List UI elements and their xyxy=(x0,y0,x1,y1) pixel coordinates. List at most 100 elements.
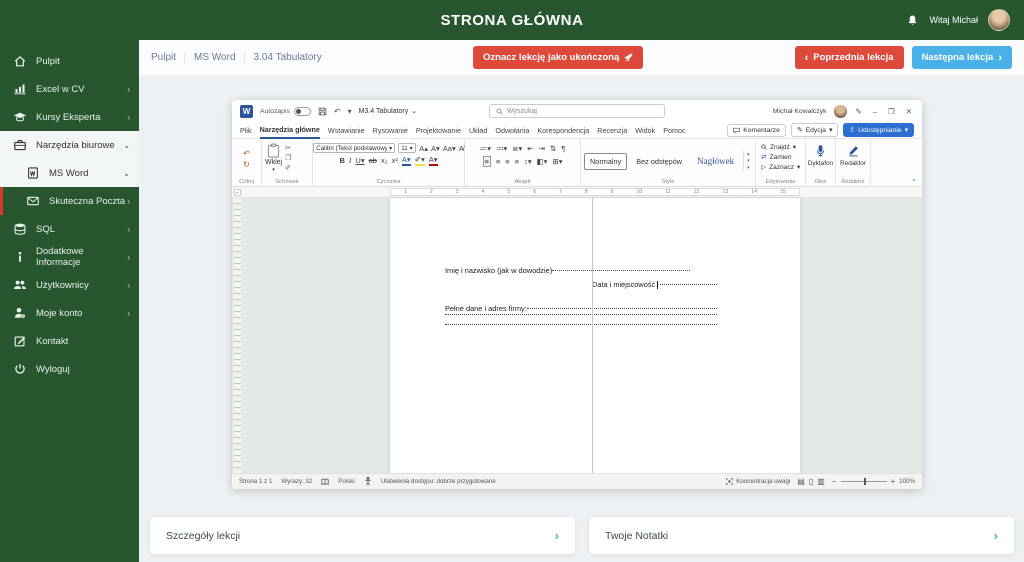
borders-icon[interactable]: ⊞▾ xyxy=(552,157,562,166)
restore-icon[interactable]: ❐ xyxy=(886,107,897,116)
doc-line-1[interactable]: Imię i nazwisko (jak w dowodzie) xyxy=(445,266,552,275)
sidebar-item-moje-konto[interactable]: Moje konto › xyxy=(0,299,139,327)
minimize-icon[interactable]: – xyxy=(871,107,879,116)
highlight-icon[interactable]: ✐▾ xyxy=(414,156,425,166)
previous-lesson-button[interactable]: ‹ Poprzednia lekcja xyxy=(794,46,904,69)
ribbon-tab[interactable]: Korespondencja xyxy=(537,123,589,138)
sidebar-item-skuteczna-poczta[interactable]: Skuteczna Poczta › xyxy=(0,187,139,215)
align-center-button[interactable]: ≡ xyxy=(496,157,500,166)
shrink-font-icon[interactable]: A▾ xyxy=(431,144,440,153)
doc-line-2[interactable]: Data i miejscowość xyxy=(592,280,655,289)
undo-icon[interactable]: ↶ xyxy=(243,149,250,159)
zoom-slider[interactable] xyxy=(840,478,887,485)
dictate-button[interactable]: Dyktafon xyxy=(808,142,833,167)
text-effects-icon[interactable]: A▾ xyxy=(401,156,411,166)
breadcrumb-item[interactable]: MS Word xyxy=(184,52,236,63)
strikethrough-button[interactable]: ab xyxy=(369,156,377,165)
bullet-list-icon[interactable]: ≔▾ xyxy=(480,144,491,153)
collapse-ribbon-icon[interactable]: ⌄ xyxy=(911,175,917,183)
ribbon-tab[interactable]: Wstawianie xyxy=(328,123,365,138)
document-name[interactable]: M3.4 Tabulatory ⌄ xyxy=(359,107,418,116)
justify-button[interactable]: ≡ xyxy=(515,157,519,166)
change-case-icon[interactable]: Aa▾ xyxy=(443,144,456,153)
sidebar-item-kontakt[interactable]: Kontakt xyxy=(0,327,139,355)
clear-formatting-icon[interactable]: A̸ xyxy=(459,144,464,153)
ribbon-tab[interactable]: Odwołania xyxy=(495,123,529,138)
multilevel-list-icon[interactable]: ≣▾ xyxy=(512,144,522,153)
copy-icon[interactable]: ❐ xyxy=(285,154,291,162)
avatar[interactable] xyxy=(988,9,1010,31)
save-icon[interactable] xyxy=(318,107,327,116)
subscript-button[interactable]: x₂ xyxy=(381,156,388,165)
ribbon-tab[interactable]: Rysowanie xyxy=(373,123,408,138)
style-no-spacing[interactable]: Bez odstępów xyxy=(630,153,688,170)
style-normal[interactable]: Normalny xyxy=(584,152,628,170)
proofing-icon[interactable] xyxy=(321,478,329,486)
sidebar-item-pulpit[interactable]: Pulpit xyxy=(0,47,139,75)
editing-mode-button[interactable]: ✎ Edycja ▾ xyxy=(790,123,839,137)
comments-button[interactable]: Komentarze xyxy=(727,123,786,137)
increase-indent-icon[interactable]: ⇥ xyxy=(539,144,545,153)
ribbon-tab[interactable]: Układ xyxy=(469,123,487,138)
close-icon[interactable]: ✕ xyxy=(904,107,914,116)
font-name-select[interactable]: Calibri (Tekst podstawowy) ▾ xyxy=(313,143,396,153)
mark-lesson-complete-button[interactable]: Oznacz lekcję jako ukończoną xyxy=(473,46,644,69)
zoom-out-button[interactable]: − xyxy=(832,477,837,486)
sidebar-item-ms-word[interactable]: MS Word ⌄ xyxy=(0,159,139,187)
horizontal-ruler[interactable]: ⌐ 1 2 3 4 5 6 7 8 9 10 11 12 13 14 15 xyxy=(232,187,922,198)
accessibility-icon[interactable] xyxy=(364,477,372,486)
underline-button[interactable]: U▾ xyxy=(355,156,364,165)
sidebar-item-kursy-eksperta[interactable]: Kursy Eksperta › xyxy=(0,103,139,131)
align-right-button[interactable]: ≡ xyxy=(505,157,509,166)
undo-icon[interactable]: ↶ xyxy=(334,107,341,116)
zoom-slider-knob[interactable] xyxy=(863,478,866,485)
cut-icon[interactable]: ✂ xyxy=(285,144,291,152)
bell-icon[interactable] xyxy=(906,14,919,27)
find-button[interactable]: Znajdź ▾ xyxy=(761,143,796,151)
replace-button[interactable]: ⇄ Zamień xyxy=(761,153,792,162)
font-size-select[interactable]: 11 ▾ xyxy=(398,143,417,153)
share-button[interactable]: ⇧ Udostępnianie ▾ xyxy=(843,123,914,137)
sidebar-item-sql[interactable]: SQL › xyxy=(0,215,139,243)
select-button[interactable]: ▷ Zaznacz ▾ xyxy=(761,163,800,172)
line-spacing-icon[interactable]: ↕▾ xyxy=(524,157,532,166)
next-lesson-button[interactable]: Następna lekcja › xyxy=(911,46,1012,69)
ribbon-tab[interactable]: Plik xyxy=(240,123,252,138)
tab-selector-icon[interactable]: ⌐ xyxy=(234,189,241,196)
align-left-button[interactable]: ≡ xyxy=(482,156,491,167)
redo-icon[interactable]: ▾ xyxy=(348,107,352,116)
autosave-control[interactable]: Autozapis xyxy=(260,106,311,116)
sort-icon[interactable]: ⇅ xyxy=(550,144,556,153)
ribbon-tab[interactable]: Narzędzia główne xyxy=(259,122,320,139)
editor-button[interactable]: Redaktor xyxy=(840,142,866,167)
read-mode-icon[interactable]: ▤ xyxy=(797,477,805,486)
superscript-button[interactable]: x² xyxy=(392,156,398,165)
web-layout-icon[interactable]: ▥ xyxy=(817,477,825,486)
paste-button[interactable]: Wklej ▾ xyxy=(265,143,282,173)
zoom-in-button[interactable]: + xyxy=(891,477,896,486)
sidebar-item-uzytkownicy[interactable]: Użytkownicy › xyxy=(0,271,139,299)
style-heading[interactable]: Nagłówek xyxy=(691,152,740,170)
vertical-ruler[interactable] xyxy=(234,198,241,473)
ribbon-tab[interactable]: Projektowanie xyxy=(416,123,461,138)
sidebar-item-wyloguj[interactable]: Wyloguj xyxy=(0,355,139,383)
sidebar-item-dodatkowe-informacje[interactable]: Dodatkowe Informacje › xyxy=(0,243,139,271)
doc-line-3[interactable]: Pełne dane i adres firmy: xyxy=(445,304,527,313)
document-page[interactable]: Imię i nazwisko (jak w dowodzie) Data i … xyxy=(390,198,800,473)
autosave-toggle[interactable] xyxy=(293,106,311,116)
ribbon-tab[interactable]: Pomoc xyxy=(663,123,685,138)
language-indicator[interactable]: Polski xyxy=(338,478,355,485)
decrease-indent-icon[interactable]: ⇤ xyxy=(527,144,533,153)
page-count[interactable]: Strona 1 z 1 xyxy=(239,478,272,485)
breadcrumb-item[interactable]: Pulpit xyxy=(151,52,176,63)
font-color-icon[interactable]: A▾ xyxy=(428,156,438,166)
your-notes-card[interactable]: Twoje Notatki › xyxy=(589,517,1014,554)
breadcrumb-item[interactable]: 3.04 Tabulatory xyxy=(243,52,322,63)
focus-mode-button[interactable]: Koncentracja uwagi xyxy=(726,478,790,485)
grow-font-icon[interactable]: A▴ xyxy=(419,144,428,153)
accessibility-status[interactable]: Ułatwienia dostępu: dobrze przygotowane xyxy=(381,478,496,485)
word-count[interactable]: Wyrazy: 32 xyxy=(281,478,312,485)
italic-button[interactable]: I xyxy=(349,156,352,165)
word-search-box[interactable]: Wyszukaj xyxy=(489,104,665,118)
word-user-avatar[interactable] xyxy=(833,104,847,118)
